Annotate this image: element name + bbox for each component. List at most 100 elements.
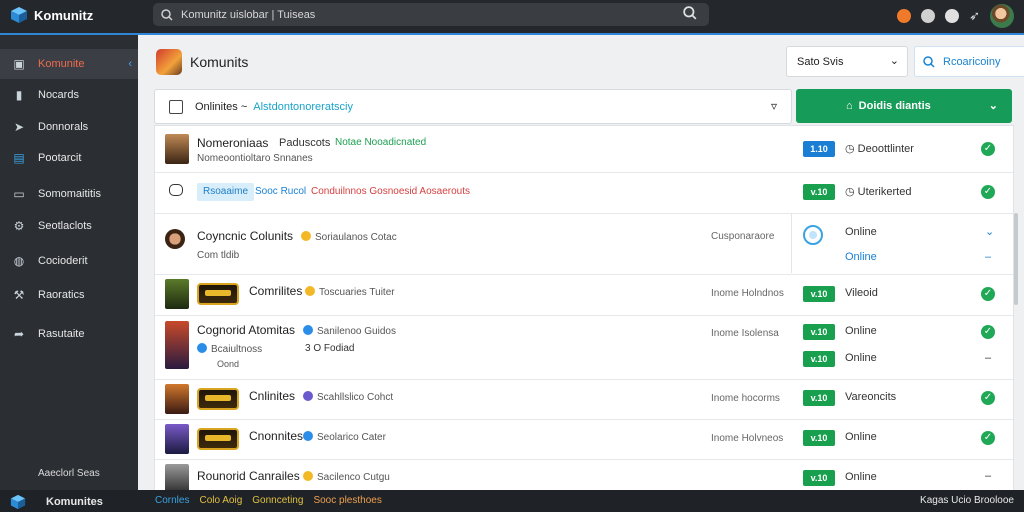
- row-minor: Cusponaraore: [711, 231, 775, 242]
- table-row[interactable]: Cnonnites Seolarico Cater Inome Holvneos…: [155, 419, 1013, 460]
- sidebar-item-nocards[interactable]: ▮ Nocards: [0, 80, 138, 110]
- chevron-down-icon: ⌄: [988, 100, 998, 112]
- row-status-link[interactable]: Online: [845, 251, 877, 263]
- row-name: Rounorid Canrailes: [197, 469, 300, 483]
- page-title: Komunits: [156, 49, 248, 75]
- row-minor: Inome Holndnos: [711, 288, 784, 299]
- version-badge: v.10: [803, 286, 835, 302]
- coin-icon: [303, 391, 313, 401]
- coin-icon: [303, 431, 313, 441]
- bottom-link[interactable]: Colo Aoig: [199, 495, 242, 506]
- row-status: Online: [845, 226, 877, 238]
- search-text: Komunitz uislobar | Tuiseas: [181, 8, 316, 21]
- gear-icon: ⚙: [13, 219, 25, 233]
- row-thumbnail: [165, 424, 189, 454]
- row-tag: Notae Nooadicnated: [335, 137, 427, 148]
- sort-dropdown[interactable]: Sato Svis ⌄: [786, 46, 908, 77]
- bottom-link[interactable]: Cornles: [155, 495, 189, 506]
- dash-icon: –: [985, 251, 992, 263]
- row-avatar: [165, 229, 185, 249]
- notification-icon[interactable]: [897, 9, 912, 23]
- app-logo[interactable]: Komunitz: [10, 6, 93, 24]
- row-sub: Nomeoontioltaro Snnanes: [197, 153, 313, 164]
- help-icon[interactable]: [921, 9, 936, 23]
- row-sub3: Oond: [217, 359, 240, 369]
- game-banner-logo: [197, 388, 239, 410]
- monitor-icon: ▭: [13, 187, 25, 201]
- table-row[interactable]: Coyncnic Colunits Soriaulanos Cotac Com …: [155, 213, 1013, 275]
- table-row[interactable]: Nomeroniaas Paduscots Notae Nooadicnated…: [155, 126, 1013, 173]
- row-name: Coyncnic Colunits: [197, 229, 294, 243]
- table-row[interactable]: Comrilites Toscuaries Tuiter Inome Holnd…: [155, 274, 1013, 316]
- bottom-app[interactable]: Komunites: [10, 494, 103, 510]
- row-status: ◷ Uterikerted: [845, 185, 911, 198]
- search-input[interactable]: Komunitz uislobar | Tuiseas: [153, 3, 709, 26]
- rocket-icon[interactable]: ➶: [969, 8, 980, 24]
- filter-link[interactable]: Alstdontonoreratsciy: [253, 101, 353, 113]
- row-badge-text: Toscuaries Tuiter: [319, 287, 395, 298]
- sidebar-footer[interactable]: Aaeclorl Seas: [38, 468, 100, 479]
- chevron-icon: ⌄: [985, 226, 995, 238]
- send-icon: ➤: [13, 120, 25, 134]
- top-icons: ➶: [897, 4, 1014, 28]
- sidebar-item-raoratics[interactable]: ⚒ Raoratics: [0, 280, 138, 310]
- row-sub2: 3 O Fodiad: [305, 343, 355, 354]
- row-name: Comrilites: [249, 284, 303, 298]
- row-status: Online: [845, 325, 877, 337]
- sidebar-item-label: Rasutaite: [38, 328, 85, 340]
- table-row[interactable]: Rounorid Canrailes Sacilenco Cutgu v.10 …: [155, 459, 1013, 491]
- cube-logo-icon: [11, 7, 27, 23]
- sidebar-item-seotlaclots[interactable]: ⚙ Seotlaclots: [0, 211, 138, 241]
- sidebar-item-cocioderit[interactable]: ◍ Cocioderit: [0, 246, 138, 276]
- forward-icon: ➦: [13, 327, 25, 341]
- chart-icon: ▮: [15, 88, 23, 102]
- avatar[interactable]: [990, 4, 1014, 28]
- version-badge: v.10: [803, 430, 835, 446]
- coin-icon: [305, 286, 315, 296]
- bottom-link[interactable]: Sooc plesthoes: [313, 495, 381, 506]
- primary-action-label: Doidis diantis: [858, 100, 931, 112]
- row-sub-text: Bcaiultnoss: [211, 344, 263, 355]
- search-button-label: Rcoaricoiny: [943, 55, 1001, 68]
- row-thumbnail: [165, 134, 189, 164]
- check-icon: ✓: [981, 391, 995, 405]
- row-name: Cnlinites: [249, 389, 296, 403]
- sidebar-item-label: Cocioderit: [38, 255, 88, 267]
- clock-icon: ◷: [845, 143, 858, 155]
- sidebar-item-somomaititis[interactable]: ▭ Somomaititis: [0, 179, 138, 209]
- version-badge: v.10: [803, 324, 835, 340]
- game-banner-logo: [197, 428, 239, 450]
- check-icon: ✓: [981, 185, 995, 199]
- dash-icon: –: [985, 470, 992, 482]
- row-badge: Seolarico Cater: [303, 431, 386, 443]
- table-row[interactable]: Rsoaaime Sooc Rucol Conduilnnos Gosnoesi…: [155, 172, 1013, 214]
- sidebar-item-rasutaite[interactable]: ➦ Rasutaite: [0, 319, 138, 349]
- settings-icon[interactable]: [945, 9, 960, 23]
- sidebar-item-komunite[interactable]: ▣ Komunite ‹: [0, 49, 138, 79]
- row-thumbnail: [165, 279, 189, 309]
- row-sub: Bcaiultnoss: [197, 343, 262, 355]
- filter-bar[interactable]: Onlinites ~ Alstdontonoreratsciy ▿: [154, 89, 792, 124]
- row-thumbnail: [165, 464, 189, 491]
- version-badge: v.10: [803, 184, 835, 200]
- primary-action-button[interactable]: ⌂ Doidis diantis ⌄: [796, 89, 1012, 123]
- sidebar-item-pootarcit[interactable]: ▤ Pootarcit: [0, 143, 138, 173]
- row-tag3: Conduilnnos Gosnoesid Aosaerouts: [311, 186, 470, 197]
- row-badge-text: Scahllslico Cohct: [317, 392, 394, 403]
- table-row[interactable]: Cnlinites Scahllslico Cohct Inome hocorm…: [155, 379, 1013, 420]
- caret-down-icon: ▿: [770, 99, 777, 113]
- filter-label: Onlinites ~: [195, 100, 248, 113]
- table-row[interactable]: Cognorid Atomitas Sanilenoo Guidos Bcaiu…: [155, 315, 1013, 380]
- row-badge-text: Soriaulanos Cotac: [315, 232, 397, 243]
- search-button[interactable]: Rcoaricoiny: [914, 46, 1024, 77]
- game-logo-icon: [156, 49, 182, 75]
- version-badge: v.10: [803, 351, 835, 367]
- sidebar: ▣ Komunite ‹ ▮ Nocards ➤ Donnorals ▤ Poo…: [0, 35, 138, 490]
- search-submit-icon[interactable]: [683, 6, 697, 20]
- sidebar-item-donnorals[interactable]: ➤ Donnorals: [0, 112, 138, 142]
- game-banner-logo: [197, 283, 239, 305]
- sidebar-item-label: Donnorals: [38, 121, 89, 133]
- bottom-link[interactable]: Gonnceting: [252, 495, 303, 506]
- tag-icon: [197, 343, 207, 353]
- scrollbar[interactable]: [1014, 213, 1018, 305]
